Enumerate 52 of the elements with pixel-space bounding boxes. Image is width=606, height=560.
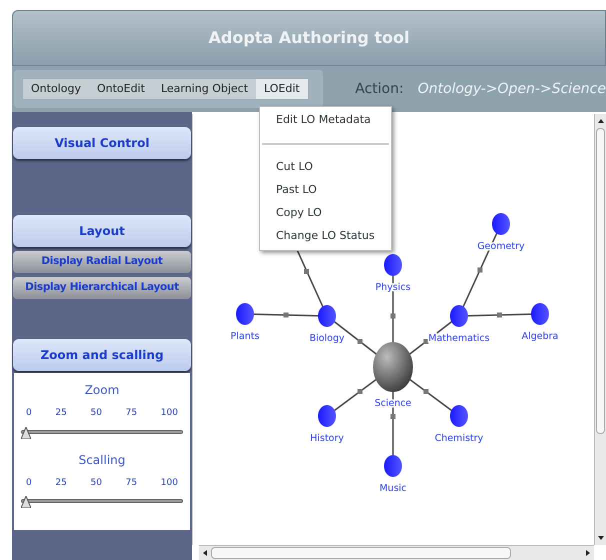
center-node[interactable]	[373, 342, 413, 392]
node-label: Mathematics	[428, 333, 490, 344]
tick-label: 100	[160, 476, 178, 490]
section-button[interactable]: Layout	[13, 215, 191, 247]
action-label: Action:	[355, 80, 404, 98]
slider-track[interactable]	[21, 424, 183, 438]
action-path: Ontology->Open->Science	[418, 80, 606, 98]
section-button[interactable]: Zoom and scalling	[13, 339, 191, 371]
horizontal-scrollbar[interactable]	[199, 545, 594, 560]
menu-item[interactable]: Change LO Status	[260, 225, 391, 248]
layout-button[interactable]: Display Hierarchical Layout	[13, 277, 191, 299]
node-label: History	[310, 433, 344, 444]
tick-label: 25	[55, 407, 67, 420]
tick-label: 50	[90, 407, 102, 420]
slider-label: Zoom	[84, 382, 120, 399]
menu-tab[interactable]: LOEdit	[256, 79, 308, 99]
tick-label: 75	[126, 407, 138, 420]
section-button[interactable]: Visual Control	[13, 127, 191, 159]
menu-tab[interactable]: Ontology	[23, 79, 89, 99]
window-title: Adopta Authoring tool	[208, 27, 410, 49]
tick-label: 25	[55, 476, 67, 490]
tick-label: 50	[90, 476, 102, 490]
graph-node[interactable]	[384, 254, 402, 276]
slider-thumb[interactable]	[21, 426, 31, 438]
slider-track[interactable]	[21, 494, 183, 508]
menu-item[interactable]: Cut LO	[260, 156, 391, 179]
graph-node[interactable]	[236, 303, 254, 325]
tick-label: 100	[160, 407, 178, 420]
node-label: Plants	[230, 331, 260, 342]
vertical-scrollbar[interactable]	[594, 114, 606, 545]
graph-node[interactable]	[384, 455, 402, 477]
menu-tab[interactable]: OntoEdit	[88, 79, 153, 99]
menu-item[interactable]: Past LO	[260, 179, 391, 202]
graph-node[interactable]	[318, 405, 336, 427]
menu-item[interactable]: Edit LO Metadata	[260, 109, 391, 132]
node-label: Biology	[309, 333, 345, 344]
tick-label: 0	[26, 407, 32, 420]
graph-node[interactable]	[450, 405, 468, 427]
node-label: Chemistry	[434, 433, 484, 444]
layout-button[interactable]: Display Radial Layout	[13, 251, 191, 273]
graph-node[interactable]	[450, 305, 468, 327]
node-label: Algebra	[522, 331, 558, 342]
menu-item[interactable]: Copy LO	[260, 202, 391, 225]
graph-node[interactable]	[531, 303, 549, 325]
node-label: Music	[379, 483, 407, 494]
tick-label: 75	[126, 476, 138, 490]
graph-node[interactable]	[492, 213, 510, 235]
graph-node[interactable]	[318, 305, 336, 327]
menu-tab[interactable]: Learning Object	[152, 79, 256, 99]
tick-label: 0	[26, 476, 32, 490]
slider-thumb[interactable]	[21, 496, 31, 508]
slider-label: Scalling	[78, 452, 126, 468]
